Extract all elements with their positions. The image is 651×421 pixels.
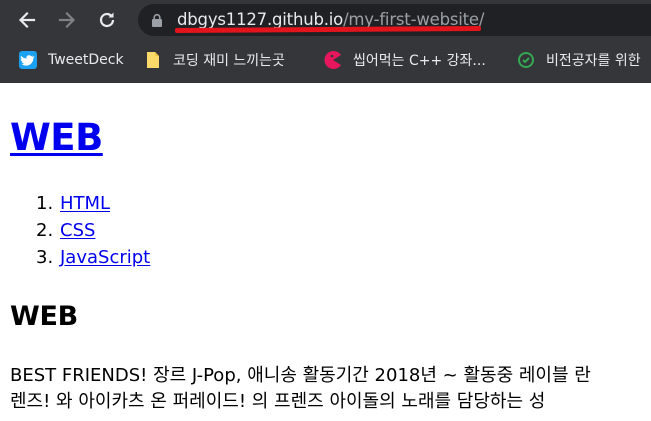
back-arrow-icon — [18, 11, 36, 29]
bookmark-label: 코딩 재미 느끼는곳 — [173, 53, 285, 69]
link-javascript[interactable]: JavaScript — [60, 247, 150, 268]
browser-chrome: dbgys1127.github.io/my-first-website/ Tw… — [0, 0, 651, 83]
section-heading: WEB — [10, 301, 78, 332]
list-item: 3. JavaScript — [36, 247, 150, 274]
topic-list: 1. HTML 2. CSS 3. JavaScript — [36, 193, 150, 274]
web-page: WEB 1. HTML 2. CSS 3. JavaScript WEB BES… — [0, 83, 651, 421]
list-item: 2. CSS — [36, 220, 150, 247]
link-css[interactable]: CSS — [60, 220, 95, 241]
bookmark-cpp-lecture[interactable]: 씹어먹는 C++ 강좌... — [323, 49, 486, 71]
bookmark-coding-folder[interactable]: 코딩 재미 느끼는곳 — [143, 49, 285, 71]
link-html[interactable]: HTML — [60, 193, 110, 214]
list-number: 3. — [36, 247, 54, 268]
bookmark-tweetdeck[interactable]: TweetDeck — [18, 49, 124, 71]
lock-icon — [152, 13, 162, 27]
page-title-link[interactable]: WEB — [10, 116, 103, 159]
site-icon — [518, 52, 534, 68]
bookmarks-bar: TweetDeck 코딩 재미 느끼는곳 씹어먹는 C++ 강좌... 비전공자… — [0, 43, 651, 77]
back-button[interactable] — [13, 6, 41, 34]
list-number: 1. — [36, 193, 54, 214]
bookmark-label: 씹어먹는 C++ 강좌... — [353, 53, 486, 69]
bookmark-label: 비전공자를 위한 — [546, 53, 641, 69]
paragraph-line: BEST FRIENDS! 장르 J-Pop, 애니송 활동기간 2018년 ~… — [10, 365, 591, 386]
folder-icon — [147, 52, 159, 68]
bookmark-label: TweetDeck — [48, 52, 124, 68]
twitter-icon — [19, 51, 37, 69]
reload-icon — [99, 12, 115, 28]
list-item: 1. HTML — [36, 193, 150, 220]
list-number: 2. — [36, 220, 54, 241]
forward-arrow-icon — [58, 11, 76, 29]
forward-button[interactable] — [53, 6, 81, 34]
reload-button[interactable] — [93, 6, 121, 34]
paragraph-line: 렌즈! 와 아이카츠 온 퍼레이드! 의 프렌즈 아이돌의 노래를 담당하는 성 — [10, 391, 546, 412]
bookmark-nonmajor[interactable]: 비전공자를 위한 — [516, 49, 641, 71]
pacman-icon — [324, 51, 341, 69]
body-paragraph: BEST FRIENDS! 장르 J-Pop, 애니송 활동기간 2018년 ~… — [10, 363, 651, 415]
